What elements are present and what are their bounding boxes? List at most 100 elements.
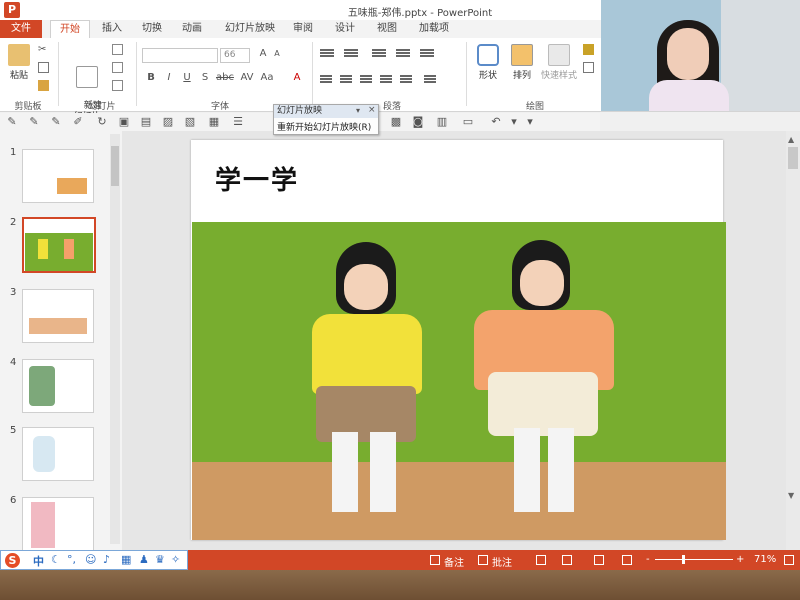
font-color-button[interactable]: A bbox=[290, 72, 304, 83]
emoji-icon[interactable]: ☺ bbox=[85, 553, 96, 566]
pen-icon[interactable]: ✎ bbox=[50, 116, 62, 128]
dropdown-icon[interactable]: ▾ bbox=[508, 116, 520, 128]
camera-icon[interactable]: ◙ bbox=[412, 116, 424, 128]
pen-icon[interactable]: ✎ bbox=[28, 116, 40, 128]
chart-icon[interactable]: ▥ bbox=[436, 116, 448, 128]
popup-dropdown-icon[interactable]: ▾ bbox=[356, 106, 360, 115]
tab-transitions[interactable]: 切换 bbox=[136, 20, 168, 38]
arrange-button[interactable]: 排列 bbox=[508, 44, 536, 81]
photo-shirt-left bbox=[312, 314, 422, 394]
thumbnail-scrollbar[interactable] bbox=[110, 134, 120, 544]
tab-insert[interactable]: 插入 bbox=[96, 20, 128, 38]
list-buttons[interactable] bbox=[320, 48, 460, 60]
pen-icon[interactable]: ✎ bbox=[6, 116, 18, 128]
slide-photo[interactable] bbox=[192, 222, 726, 540]
moon-icon[interactable]: ☾ bbox=[51, 553, 61, 566]
save-icon[interactable]: ▣ bbox=[118, 116, 130, 128]
list-icon[interactable]: ☰ bbox=[232, 116, 244, 128]
tools-icon[interactable]: ✧ bbox=[171, 553, 180, 566]
slide-thumbnail[interactable] bbox=[22, 497, 94, 551]
main-scrollbar[interactable]: ▲ ▼ bbox=[786, 131, 800, 550]
powerpoint-app-icon[interactable]: P bbox=[4, 2, 20, 18]
shape-outline-icon[interactable] bbox=[583, 62, 594, 73]
scroll-down-icon[interactable]: ▼ bbox=[788, 491, 798, 501]
reset-icon[interactable] bbox=[112, 62, 123, 73]
font-size-combo[interactable]: 66 bbox=[220, 48, 250, 63]
cut-icon[interactable]: ✂ bbox=[38, 44, 49, 55]
slide-thumbnail-selected[interactable] bbox=[22, 217, 96, 273]
zoom-out-icon[interactable]: - bbox=[646, 554, 650, 565]
slide-thumbnail[interactable] bbox=[22, 289, 94, 343]
scroll-thumb[interactable] bbox=[788, 147, 798, 169]
keyboard-icon[interactable]: ▦ bbox=[121, 553, 131, 566]
skin-icon[interactable]: ♛ bbox=[155, 553, 165, 566]
present-icon[interactable]: ▤ bbox=[140, 116, 152, 128]
fit-window-icon[interactable] bbox=[784, 555, 794, 565]
notes-icon[interactable] bbox=[430, 555, 440, 565]
popup-close-icon[interactable]: × bbox=[368, 105, 376, 115]
tab-design[interactable]: 设计 bbox=[330, 20, 360, 38]
comments-button[interactable]: 批注 bbox=[492, 554, 512, 569]
paste-button[interactable]: 粘贴 bbox=[6, 44, 32, 81]
redo-icon[interactable]: ↻ bbox=[96, 116, 108, 128]
shape-button[interactable]: 形状 bbox=[474, 44, 502, 81]
notes-button[interactable]: 备注 bbox=[444, 554, 464, 569]
tab-file[interactable]: 文件 bbox=[0, 20, 42, 38]
customize-icon[interactable]: ▾ bbox=[524, 116, 536, 128]
ribbon-separator bbox=[58, 42, 59, 106]
microphone-icon[interactable]: ♪ bbox=[103, 553, 110, 566]
tab-slideshow[interactable]: 幻灯片放映 bbox=[218, 20, 282, 38]
font-name-combo[interactable] bbox=[142, 48, 218, 63]
textbox-icon[interactable]: ▭ bbox=[462, 116, 474, 128]
underline-button[interactable]: U bbox=[180, 72, 194, 83]
slide-thumbnail[interactable] bbox=[22, 427, 94, 481]
user-icon[interactable]: ♟ bbox=[139, 553, 149, 566]
zoom-level[interactable]: 71% bbox=[754, 554, 776, 565]
tab-addins[interactable]: 加载项 bbox=[414, 20, 454, 38]
zoom-in-icon[interactable]: + bbox=[736, 554, 744, 565]
decrease-font-icon[interactable]: A bbox=[270, 49, 284, 58]
thumb-number: 6 bbox=[10, 495, 17, 506]
sogou-logo-icon[interactable]: S bbox=[5, 553, 20, 568]
slide-thumbnail[interactable] bbox=[22, 359, 94, 413]
increase-font-icon[interactable]: A bbox=[256, 48, 270, 59]
section-icon[interactable] bbox=[112, 80, 123, 91]
shape-fill-icon[interactable] bbox=[583, 44, 594, 55]
change-case-button[interactable]: Aa bbox=[260, 72, 274, 83]
tab-review[interactable]: 审阅 bbox=[288, 20, 318, 38]
bold-button[interactable]: B bbox=[144, 72, 158, 83]
zoom-slider-track[interactable] bbox=[655, 559, 733, 560]
scroll-up-icon[interactable]: ▲ bbox=[788, 135, 798, 145]
align-buttons[interactable] bbox=[320, 74, 460, 86]
format-painter-icon[interactable] bbox=[38, 80, 49, 91]
normal-view-icon[interactable] bbox=[536, 555, 546, 565]
table-icon[interactable]: ▦ bbox=[208, 116, 220, 128]
quick-styles-button[interactable]: 快速样式 bbox=[540, 44, 578, 81]
highlighter-icon[interactable]: ✐ bbox=[72, 116, 84, 128]
image-icon[interactable]: ▨ bbox=[162, 116, 174, 128]
slideshow-view-icon[interactable] bbox=[622, 555, 632, 565]
slide-title[interactable]: 学一学 bbox=[215, 160, 299, 197]
picture-icon[interactable]: ▩ bbox=[390, 116, 402, 128]
layout-icon[interactable] bbox=[112, 44, 123, 55]
char-spacing-button[interactable]: AV bbox=[240, 72, 254, 83]
punctuation-icon[interactable]: °, bbox=[67, 553, 76, 566]
image-icon[interactable]: ▧ bbox=[184, 116, 196, 128]
thumbnail-scrollbar-thumb[interactable] bbox=[111, 146, 119, 186]
zoom-slider-thumb[interactable] bbox=[682, 555, 685, 564]
reading-view-icon[interactable] bbox=[594, 555, 604, 565]
photo-leg-right bbox=[548, 428, 574, 512]
ime-mode-toggle[interactable]: 中 bbox=[33, 553, 44, 569]
strikethrough-button[interactable]: abc bbox=[216, 72, 234, 83]
slide-sorter-icon[interactable] bbox=[562, 555, 572, 565]
undo-icon[interactable]: ↶ bbox=[490, 116, 502, 128]
tab-animations[interactable]: 动画 bbox=[176, 20, 208, 38]
tab-view[interactable]: 视图 bbox=[372, 20, 402, 38]
comments-icon[interactable] bbox=[478, 555, 488, 565]
copy-icon[interactable] bbox=[38, 62, 49, 73]
restart-slideshow-item[interactable]: 重新开始幻灯片放映(R) bbox=[277, 120, 371, 133]
tab-home[interactable]: 开始 bbox=[50, 20, 90, 38]
slide-thumbnail[interactable] bbox=[22, 149, 94, 203]
shadow-button[interactable]: S bbox=[198, 72, 212, 83]
italic-button[interactable]: I bbox=[162, 72, 176, 83]
